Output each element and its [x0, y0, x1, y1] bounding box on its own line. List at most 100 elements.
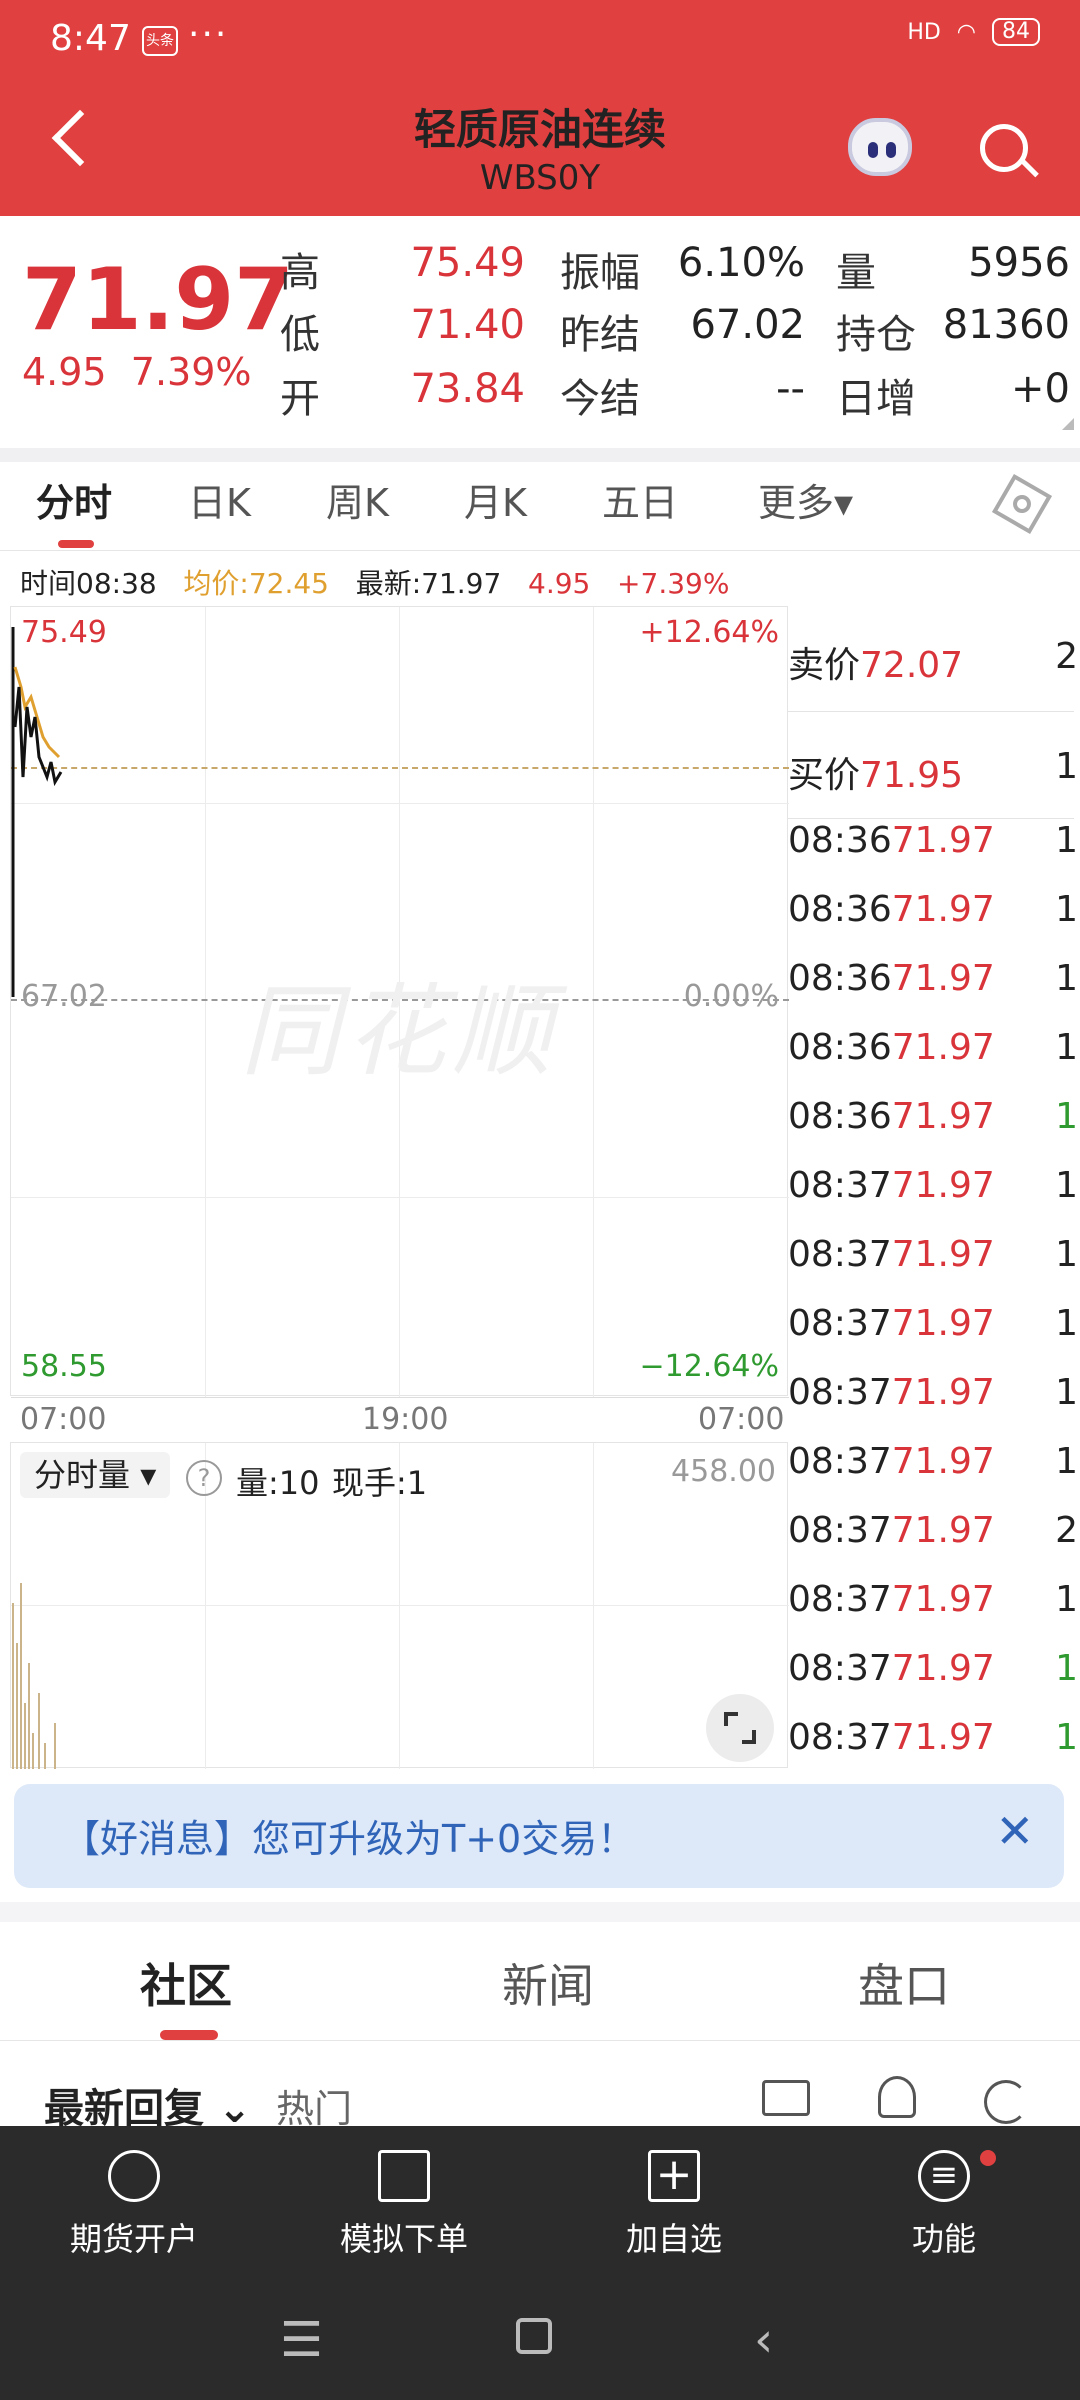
status-time: 8:47 — [50, 18, 131, 59]
trade-tick-row: 08:3771.97 1 — [788, 1648, 1080, 1689]
ask-row: 卖价72.07 2 — [788, 636, 1078, 686]
tick-time: 08:37 — [788, 1441, 892, 1482]
trade-tick-row: 08:3771.97 1 — [788, 1579, 1080, 1620]
settings-gear-center — [1013, 495, 1031, 513]
close-icon[interactable]: ✕ — [995, 1804, 1034, 1858]
nav-sim-order[interactable]: 模拟下单 — [304, 2150, 504, 2260]
tab-community[interactable]: 社区 — [140, 1950, 232, 2016]
tick-time: 08:37 — [788, 1372, 892, 1413]
corner-mark — [1062, 418, 1074, 430]
chart-tab[interactable]: 日K — [188, 472, 251, 527]
tick-qty: 2 — [1055, 1510, 1078, 1551]
tick-price: 71.97 — [891, 889, 995, 930]
chart-tabs: 分时 日K 周K 月K 五日 更多▾ — [0, 472, 1080, 552]
y-high-pct: +12.64% — [639, 615, 779, 650]
tick-time: 08:37 — [788, 1648, 892, 1689]
status-dots: ··· — [188, 14, 229, 55]
trade-tick-row: 08:3671.97 1 — [788, 889, 1080, 930]
search-icon[interactable] — [980, 124, 1028, 172]
nav-add-watchlist[interactable]: + 加自选 — [574, 2150, 774, 2260]
mail-icon[interactable] — [762, 2080, 810, 2116]
quote-label: 量 — [836, 250, 876, 296]
x-label-mid: 19:00 — [362, 1402, 449, 1437]
tick-time: 08:36 — [788, 1096, 892, 1137]
info-latest: 最新:71.97 — [355, 567, 502, 600]
assistant-robot-icon[interactable] — [848, 118, 912, 176]
tick-price: 71.97 — [891, 820, 995, 861]
tick-qty: 1 — [1055, 1027, 1078, 1068]
tick-price: 71.97 — [891, 1027, 995, 1068]
contract-code: WBS0Y — [479, 158, 601, 198]
quote-label: 日增 — [836, 376, 916, 422]
tick-time: 08:36 — [788, 820, 892, 861]
quote-value: 5956 — [968, 240, 1070, 286]
tab-news[interactable]: 新闻 — [502, 1950, 594, 2016]
price-change: 4.95 7.39% — [22, 350, 252, 394]
quote-label: 振幅 — [560, 250, 640, 296]
tick-price: 71.97 — [891, 1303, 995, 1344]
trade-tick-row: 08:3771.97 2 — [788, 1510, 1080, 1551]
recent-apps-icon[interactable]: ☰ — [280, 2312, 323, 2368]
tick-time: 08:37 — [788, 1717, 892, 1758]
trade-tick-row: 08:3671.97 1 — [788, 1096, 1080, 1137]
doc-icon — [378, 2150, 430, 2202]
chart-tab[interactable]: 周K — [326, 472, 389, 527]
help-icon[interactable]: ? — [186, 1460, 222, 1496]
tick-price: 71.97 — [891, 1096, 995, 1137]
chart-tab[interactable]: 月K — [464, 472, 527, 527]
quote-label: 昨结 — [560, 312, 640, 358]
trade-tick-row: 08:3671.97 1 — [788, 820, 1080, 861]
trade-tick-row: 08:3771.97 1 — [788, 1303, 1080, 1344]
quote-label: 持仓 — [836, 312, 916, 358]
volume-type-dropdown[interactable]: 分时量 ▾ — [20, 1452, 171, 1498]
plus-icon: + — [648, 2150, 700, 2202]
tick-price: 71.97 — [891, 1510, 995, 1551]
status-right: HD ◠ 84 — [907, 18, 1040, 46]
banner-text: 【好消息】您可升级为T+0交易！ — [62, 1817, 636, 1861]
tick-qty: 1 — [1055, 1717, 1078, 1758]
expand-icon[interactable] — [706, 1694, 774, 1762]
menu-icon: ≡ — [918, 2150, 970, 2202]
info-chg: 4.95 — [528, 567, 591, 600]
user-icon[interactable] — [878, 2076, 916, 2118]
order-book: 卖价72.07 2 买价71.95 1 08:3671.97 1 08:3671.9… — [788, 606, 1080, 1768]
quote-value: 71.40 — [410, 302, 525, 348]
tick-time: 08:37 — [788, 1165, 892, 1206]
tick-time: 08:37 — [788, 1303, 892, 1344]
back-nav-icon[interactable]: ‹ — [754, 2312, 773, 2368]
info-avg: 均价:72.45 — [183, 567, 329, 600]
tick-price: 71.97 — [891, 1441, 995, 1482]
info-line: 时间08:38 均价:72.45 最新:71.97 4.95 +7.39% — [20, 562, 729, 602]
nav-futures-account[interactable]: 期货开户 — [34, 2150, 234, 2260]
chart-tab[interactable]: 分时 — [36, 472, 112, 527]
wifi-icon: ◠ — [956, 19, 976, 45]
tab-order-book[interactable]: 盘口 — [858, 1950, 950, 2016]
chart-tab[interactable]: 更多▾ — [758, 472, 853, 527]
tick-time: 08:37 — [788, 1234, 892, 1275]
home-icon[interactable] — [516, 2318, 552, 2354]
tick-time: 08:36 — [788, 958, 892, 999]
tick-qty: 1 — [1055, 820, 1078, 861]
y-low-pct: −12.64% — [639, 1349, 779, 1384]
tick-qty: 1 — [1055, 1234, 1078, 1275]
page-title: 轻质原油连续 — [413, 105, 666, 154]
chart-tab[interactable]: 五日 — [602, 472, 678, 527]
promo-banner[interactable]: 【好消息】您可升级为T+0交易！ ✕ — [14, 1784, 1064, 1888]
info-time: 时间08:38 — [20, 567, 157, 600]
x-label-start: 07:00 — [20, 1402, 107, 1437]
nav-functions[interactable]: ≡ 功能 — [844, 2150, 1044, 2260]
volume-max: 458.00 — [671, 1454, 776, 1489]
tick-qty: 1 — [1055, 1648, 1078, 1689]
filter-hot[interactable]: 热门 — [276, 2078, 352, 2133]
trade-tick-row: 08:3771.97 1 — [788, 1372, 1080, 1413]
battery-icon: 84 — [992, 18, 1040, 46]
tick-price: 71.97 — [891, 1234, 995, 1275]
quote-label: 低 — [280, 312, 320, 358]
current-hand: 现手:1 — [332, 1464, 428, 1502]
tick-qty: 1 — [1055, 1165, 1078, 1206]
bid-row: 买价71.95 1 — [788, 746, 1078, 796]
tick-price: 71.97 — [891, 1717, 995, 1758]
refresh-icon[interactable] — [984, 2080, 1028, 2124]
tick-price: 71.97 — [891, 1165, 995, 1206]
volume-value: 量:10 — [236, 1464, 320, 1502]
